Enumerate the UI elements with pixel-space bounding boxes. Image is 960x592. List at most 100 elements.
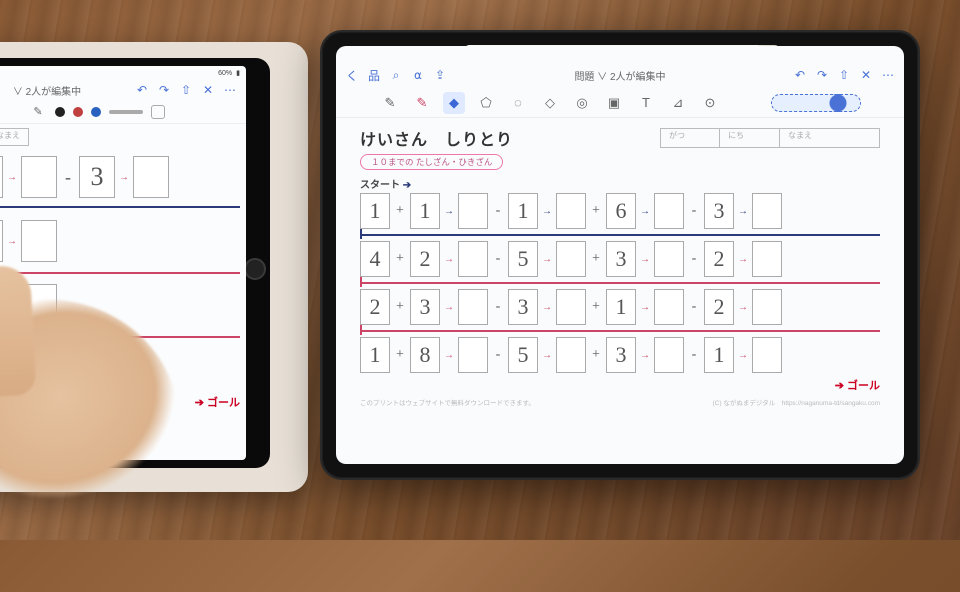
digit-box[interactable]: 5 [508,241,538,277]
digit-box[interactable]: 3 [79,156,115,198]
connector-line [360,282,880,284]
pen-tool-2[interactable]: ✎ [411,92,433,114]
digit-box[interactable]: 1 [606,289,636,325]
digit-box[interactable] [752,241,782,277]
export-icon[interactable]: ⇧ [838,69,850,81]
day-cell[interactable]: にち [720,128,780,148]
text-tool[interactable]: T [635,92,657,114]
doc-title[interactable]: 問題 ∨ 2人が編集中 [446,68,794,83]
shapes-tool[interactable]: ◇ [539,92,561,114]
arrow-icon: → [639,302,651,313]
pen-tool[interactable]: ✎ [379,92,401,114]
digit-box[interactable]: 1 [360,337,390,373]
digit-box[interactable] [654,241,684,277]
worksheet-title: けいさん しりとり [360,126,513,150]
goal-label: ➔ ゴール [360,377,880,393]
digit-box[interactable]: 2 [704,241,734,277]
digit-box[interactable] [752,193,782,229]
name-cell[interactable]: なまえ [780,128,880,148]
undo-icon[interactable]: ↶ [136,84,148,96]
eraser-tool[interactable]: ⬠ [475,92,497,114]
digit-box[interactable] [458,289,488,325]
problem-row: + 6 → - 3 → [0,156,240,198]
digit-box[interactable]: 5 [508,337,538,373]
operator: + [589,299,603,315]
elements-tool[interactable]: ◎ [571,92,593,114]
digit-box[interactable]: 1 [704,337,734,373]
digit-box[interactable] [556,193,586,229]
digit-box[interactable] [654,289,684,325]
close-icon[interactable]: ✕ [860,69,872,81]
digit-box[interactable]: 3 [606,337,636,373]
home-button[interactable] [244,258,266,280]
lasso-tool[interactable]: ◌ [507,92,529,114]
arrow-icon: → [541,254,553,265]
digit-box[interactable]: 2 [704,289,734,325]
digit-box[interactable] [556,337,586,373]
operator: - [491,203,505,219]
operator: + [589,203,603,219]
undo-icon[interactable]: ↶ [794,69,806,81]
more-icon[interactable]: ⋯ [224,84,236,96]
pointer-tool[interactable]: ⊙ [699,92,721,114]
arrow-icon: → [737,206,749,217]
digit-box[interactable] [654,337,684,373]
digit-box[interactable]: 3 [704,193,734,229]
digit-box[interactable] [458,241,488,277]
color-picker[interactable] [771,94,861,112]
swatch-blue[interactable] [91,107,101,117]
highlighter-tool[interactable]: ◆ [443,92,465,114]
export-icon[interactable]: ⇧ [180,84,192,96]
pen-tool[interactable]: ✎ [29,103,47,121]
back-icon[interactable]: く [346,69,358,81]
thickness-slider[interactable] [109,110,143,114]
digit-box[interactable] [556,289,586,325]
search-icon[interactable]: ⌕ [390,69,402,81]
bookmark-icon[interactable]: ⍺ [412,69,424,81]
close-icon[interactable]: ✕ [202,84,214,96]
opacity-icon[interactable] [151,105,165,119]
more-icon[interactable]: ⋯ [882,69,894,81]
operator: - [491,299,505,315]
operator: - [491,251,505,267]
digit-box[interactable] [752,289,782,325]
digit-box[interactable] [458,337,488,373]
redo-icon[interactable]: ↷ [158,84,170,96]
digit-box[interactable]: 2 [410,241,440,277]
digit-box[interactable] [556,241,586,277]
digit-box[interactable]: 2 [360,289,390,325]
ruler-tool[interactable]: ⊿ [667,92,689,114]
digit-box[interactable]: 3 [606,241,636,277]
problem-row: 1+1→-1→+6→-3→ [360,193,880,229]
arrow-icon: → [6,172,18,183]
operator: + [393,299,407,315]
month-cell[interactable]: がつ [660,128,720,148]
right-topbar: く 品 ⌕ ⍺ ⇪ 問題 ∨ 2人が編集中 ↶ ↷ ⇧ ✕ ⋯ [336,62,904,88]
right-screen: く 品 ⌕ ⍺ ⇪ 問題 ∨ 2人が編集中 ↶ ↷ ⇧ ✕ ⋯ ✎ ✎ ◆ ⬠ … [336,46,904,464]
digit-box[interactable]: 6 [606,193,636,229]
digit-box[interactable]: 2 [0,220,3,262]
digit-box[interactable]: 4 [360,241,390,277]
digit-box[interactable]: 1 [360,193,390,229]
digit-box[interactable] [21,220,57,262]
digit-box[interactable] [21,156,57,198]
digit-box[interactable]: 1 [410,193,440,229]
connector-line [0,272,240,274]
digit-box[interactable]: 8 [410,337,440,373]
digit-box[interactable] [458,193,488,229]
image-tool[interactable]: ▣ [603,92,625,114]
operator: - [687,347,701,363]
worksheet: けいさん しりとり がつ にち なまえ １０までの たしざん・ひきざん スタート… [336,118,904,413]
digit-box[interactable] [752,337,782,373]
share-icon[interactable]: ⇪ [434,69,446,81]
swatch-red[interactable] [73,107,83,117]
grid-icon[interactable]: 品 [368,69,380,81]
digit-box[interactable]: 6 [0,156,3,198]
swatch-black[interactable] [55,107,65,117]
digit-box[interactable] [133,156,169,198]
digit-box[interactable]: 3 [410,289,440,325]
digit-box[interactable] [654,193,684,229]
redo-icon[interactable]: ↷ [816,69,828,81]
digit-box[interactable]: 3 [508,289,538,325]
digit-box[interactable]: 1 [508,193,538,229]
